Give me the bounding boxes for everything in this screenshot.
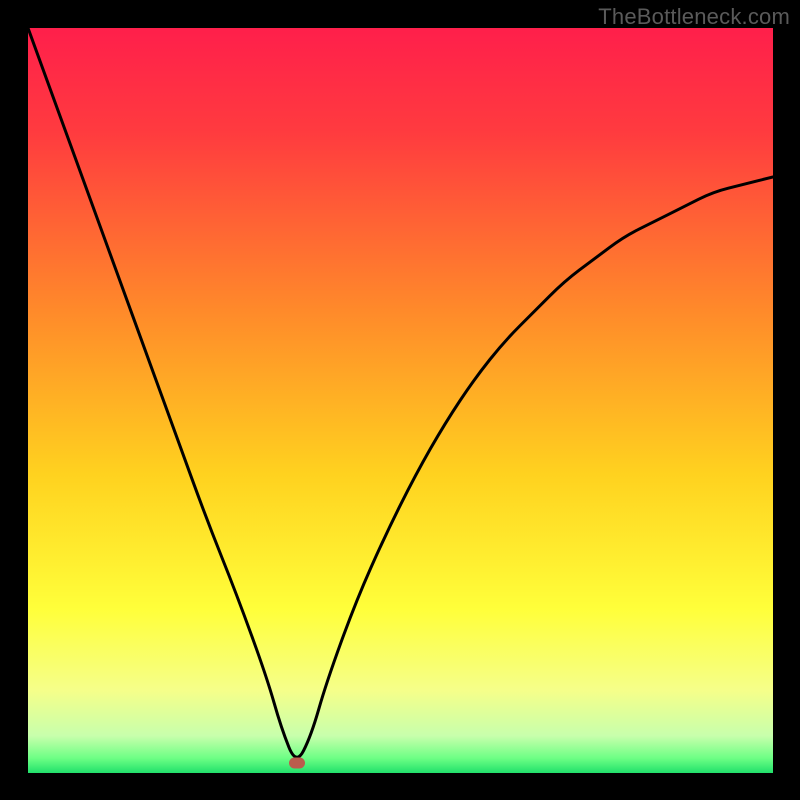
bottleneck-curve — [28, 28, 773, 773]
plot-area — [28, 28, 773, 773]
chart-frame: TheBottleneck.com — [0, 0, 800, 800]
balance-marker — [289, 758, 305, 769]
watermark-text: TheBottleneck.com — [598, 4, 790, 30]
